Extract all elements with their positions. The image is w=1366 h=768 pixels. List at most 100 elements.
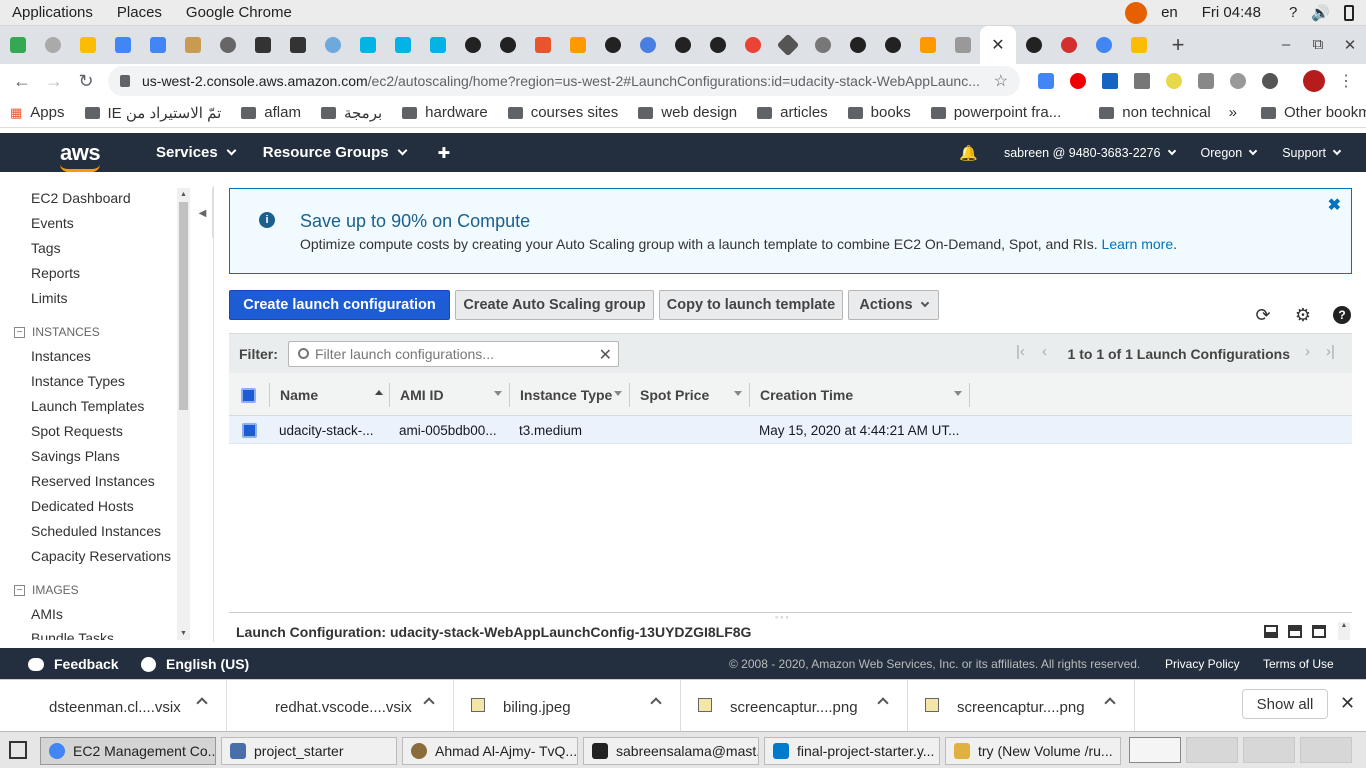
splitter-grip-icon[interactable]: ◦◦◦ — [775, 612, 791, 622]
close-window-button[interactable]: ✕ — [1334, 36, 1366, 54]
column-dropdown-icon[interactable] — [954, 391, 962, 396]
address-bar[interactable]: us-west-2.console.aws.amazon.com/ec2/aut… — [108, 66, 1020, 96]
show-desktop-icon[interactable] — [9, 741, 27, 759]
bookmark-folder-courses[interactable]: courses sites — [498, 104, 629, 121]
privacy-policy-link[interactable]: Privacy Policy — [1165, 657, 1240, 671]
table-row[interactable]: udacity-stack-... ami-005bdb00... t3.med… — [229, 416, 1352, 444]
minimize-button[interactable]: – — [1270, 36, 1302, 54]
close-banner-icon[interactable]: ✖ — [1328, 195, 1341, 215]
account-menu[interactable]: sabreen @ 9480-3683-2276 — [1004, 146, 1176, 160]
tab-google-docs[interactable] — [105, 26, 140, 64]
column-header-instance-type[interactable]: Instance Type — [520, 387, 612, 403]
show-all-downloads-button[interactable]: Show all — [1242, 689, 1328, 719]
tab-google-docs-2[interactable] — [140, 26, 175, 64]
task-media[interactable]: Ahmad Al-Ajmy- TvQ... — [402, 737, 578, 765]
tab-orange[interactable] — [525, 26, 560, 64]
bookmark-folder-articles[interactable]: articles — [747, 104, 838, 121]
sidebar-item-dashboard[interactable]: EC2 Dashboard — [31, 190, 131, 206]
pane-layout-split-icon[interactable] — [1288, 625, 1302, 638]
tab-github-5[interactable] — [700, 26, 735, 64]
filter-launch-configurations-input[interactable]: Filter launch configurations... ✕ — [288, 341, 619, 367]
tab-1[interactable] — [35, 26, 70, 64]
images-section-header[interactable]: − IMAGES — [14, 583, 79, 597]
bookmark-folder-books[interactable]: books — [838, 104, 921, 121]
column-header-spot-price[interactable]: Spot Price — [640, 387, 709, 403]
tab-github-2[interactable] — [490, 26, 525, 64]
download-item[interactable]: redhat.vscode....vsix — [227, 680, 454, 732]
download-item[interactable]: dsteenman.cl....vsix — [0, 680, 227, 732]
create-launch-configuration-button[interactable]: Create launch configuration — [229, 290, 450, 320]
sidebar-item-reports[interactable]: Reports — [31, 265, 80, 281]
tab-link[interactable] — [630, 26, 665, 64]
firefox-tray-icon[interactable] — [1125, 1, 1148, 24]
tab-7[interactable] — [245, 26, 280, 64]
scroll-up-icon[interactable]: ▲ — [180, 191, 187, 198]
column-dropdown-icon[interactable] — [614, 391, 622, 396]
sidebar-scrollbar[interactable]: ▲ ▼ — [177, 188, 190, 640]
pane-layout-top-icon[interactable] — [1312, 625, 1326, 638]
tab-active-close[interactable]: ✕ — [980, 26, 1016, 64]
task-vscode[interactable]: final-project-starter.y... — [764, 737, 940, 765]
pane-layout-bottom-icon[interactable] — [1264, 625, 1278, 638]
tab-23[interactable] — [805, 26, 840, 64]
tab-aws-3[interactable] — [1121, 26, 1156, 64]
region-menu[interactable]: Oregon — [1201, 146, 1258, 160]
sidebar-item-capacity-reservations[interactable]: Capacity Reservations — [31, 548, 171, 564]
tab-google[interactable] — [735, 26, 770, 64]
close-download-shelf-icon[interactable]: ✕ — [1340, 693, 1355, 714]
task-chrome[interactable]: EC2 Management Co... — [40, 737, 216, 765]
learn-more-link[interactable]: Learn more — [1102, 236, 1174, 252]
volume-icon[interactable]: 🔊 — [1311, 4, 1330, 22]
bookmark-folder-ie[interactable]: IE تمّ الاستيراد من — [75, 104, 232, 122]
sidebar-item-scheduled-instances[interactable]: Scheduled Instances — [31, 523, 161, 539]
tab-camera[interactable] — [945, 26, 980, 64]
chrome-app-menu[interactable]: Google Chrome — [174, 4, 304, 21]
translate-extension-icon[interactable] — [1030, 65, 1062, 97]
next-page-icon[interactable]: › — [1305, 343, 1310, 360]
language-indicator[interactable]: en — [1161, 4, 1178, 21]
task-project-starter[interactable]: project_starter — [221, 737, 397, 765]
forward-button[interactable]: → — [38, 71, 70, 92]
chevron-up-icon[interactable] — [196, 697, 208, 709]
places-menu[interactable]: Places — [105, 4, 174, 21]
adblock-extension-icon[interactable] — [1062, 65, 1094, 97]
profile-avatar[interactable] — [1298, 65, 1330, 97]
bookmark-folder-nontechnical[interactable]: non technical — [1089, 104, 1220, 121]
tab-github-3[interactable] — [595, 26, 630, 64]
select-all-checkbox[interactable] — [241, 388, 256, 403]
help-icon[interactable]: ? — [1289, 4, 1297, 21]
terms-of-use-link[interactable]: Terms of Use — [1263, 657, 1334, 671]
bookmark-folder-hardware[interactable]: hardware — [392, 104, 498, 121]
sort-ascending-icon[interactable] — [375, 390, 383, 395]
last-page-icon[interactable]: ›| — [1326, 343, 1335, 360]
tab-google-drive[interactable] — [0, 26, 35, 64]
tab-github-6[interactable] — [840, 26, 875, 64]
sidebar-item-instance-types[interactable]: Instance Types — [31, 373, 125, 389]
workspace-4[interactable] — [1300, 737, 1352, 763]
tab-5[interactable] — [175, 26, 210, 64]
sidebar-item-spot-requests[interactable]: Spot Requests — [31, 423, 123, 439]
extension-icon-8[interactable] — [1254, 65, 1286, 97]
tab-22[interactable] — [770, 26, 805, 64]
clock[interactable]: Fri 04:48 — [1202, 4, 1261, 21]
tab-google-drive-2[interactable] — [70, 26, 105, 64]
resource-groups-menu[interactable]: Resource Groups — [263, 144, 408, 161]
applications-menu[interactable]: Applications — [0, 4, 105, 21]
sidebar-item-bundle-tasks[interactable]: Bundle Tasks — [31, 630, 114, 640]
bookmark-folder-webdesign[interactable]: web design — [628, 104, 747, 121]
sidebar-item-dedicated-hosts[interactable]: Dedicated Hosts — [31, 498, 134, 514]
services-menu[interactable]: Services — [156, 144, 237, 161]
instances-section-header[interactable]: − INSTANCES — [14, 325, 100, 339]
column-header-ami-id[interactable]: AMI ID — [400, 387, 444, 403]
task-terminal[interactable]: sabreensalama@mast... — [583, 737, 759, 765]
screenshot-extension-icon[interactable] — [1190, 65, 1222, 97]
first-page-icon[interactable]: |‹ — [1016, 343, 1025, 360]
row-checkbox[interactable] — [242, 423, 257, 438]
chrome-menu-icon[interactable]: ⋮ — [1330, 71, 1362, 91]
column-dropdown-icon[interactable] — [494, 391, 502, 396]
tab-google-2[interactable] — [1086, 26, 1121, 64]
bookmark-folder-programming[interactable]: برمجة — [311, 104, 392, 122]
battery-icon[interactable] — [1344, 4, 1354, 21]
pin-icon[interactable]: ✚ — [438, 144, 451, 162]
sidebar-item-tags[interactable]: Tags — [31, 240, 61, 256]
